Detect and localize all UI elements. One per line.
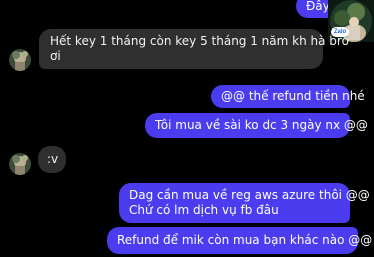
message-bubble-outgoing[interactable]: Dag cần mua về reg aws azure thôi @@ Chứ… — [119, 183, 370, 223]
message-text: @@ thế refund tiền nhé — [221, 89, 365, 103]
message-bubble-outgoing[interactable]: @@ thế refund tiền nhé — [211, 85, 365, 108]
message-bubble-incoming[interactable]: :v — [38, 146, 66, 173]
contact-avatar[interactable] — [9, 153, 31, 175]
message-text: :v — [47, 152, 59, 166]
message-text: Refund để mik còn mua bạn khác nào @@ — [117, 233, 373, 247]
message-text-line: ơi — [50, 49, 61, 63]
message-bubble-outgoing[interactable]: Tôi mua về sài ko dc 3 ngày nx @@ — [145, 113, 368, 138]
chat-thread: Đây b Zalo Hết key 1 tháng còn key 5 thá… — [0, 0, 374, 257]
message-text-line: Chứ có lm dịch vụ fb đâu — [129, 203, 279, 217]
message-text-line: Dag cần mua về reg aws azure thôi @@ — [129, 188, 370, 202]
message-bubble-outgoing[interactable]: Refund để mik còn mua bạn khác nào @@ — [107, 227, 372, 254]
message-bubble-incoming[interactable]: Hết key 1 tháng còn key 5 tháng 1 năm kh… — [39, 29, 349, 69]
message-text-line: Hết key 1 tháng còn key 5 tháng 1 năm kh… — [50, 34, 349, 48]
message-text: Tôi mua về sài ko dc 3 ngày nx @@ — [155, 118, 368, 132]
contact-avatar[interactable] — [9, 49, 31, 71]
